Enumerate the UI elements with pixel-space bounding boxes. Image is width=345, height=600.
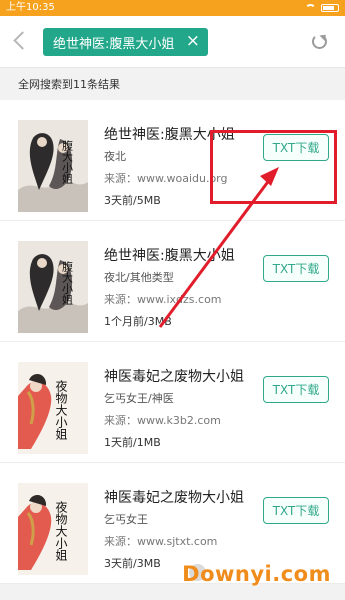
book-meta: 3天前/5MB [104, 194, 161, 207]
cover-title: 腹大小姐 [61, 139, 74, 184]
watermark: Downyi.com [182, 562, 331, 586]
book-title[interactable]: 神医毒妃之废物大小姐 [104, 366, 244, 386]
book-source: 来源：www.woaidu.org [104, 172, 228, 185]
book-cover: 腹大小姐 [18, 241, 88, 333]
book-title[interactable]: 神医毒妃之废物大小姐 [104, 487, 244, 507]
search-tag-label: 绝世神医:腹黑大小姐 [53, 36, 175, 52]
book-author: 乞丐女王/神医 [104, 392, 174, 405]
wifi-icon [305, 4, 316, 12]
clear-search-icon[interactable]: × [186, 33, 200, 50]
status-bar: 上午10:35 [0, 0, 345, 16]
book-source: 来源：www.k3b2.com [104, 414, 221, 427]
book-author: 夜北 [104, 150, 126, 163]
back-icon[interactable] [13, 31, 32, 50]
txt-download-button[interactable]: TXT下载 [263, 497, 329, 524]
book-meta: 1个月前/3MB [104, 315, 172, 328]
battery-icon [321, 4, 339, 12]
book-author: 乞丐女王 [104, 513, 148, 526]
cover-title: 夜物大小姐 [54, 500, 68, 561]
cover-title: 腹大小姐 [61, 260, 74, 305]
book-source: 来源：www.sjtxt.com [104, 535, 218, 548]
book-result-item[interactable]: 夜物大小姐 神医毒妃之废物大小姐 乞丐女王/神医 来源：www.k3b2.com… [0, 342, 345, 463]
book-cover: 夜物大小姐 [18, 362, 88, 454]
book-source: 来源：www.ixdzs.com [104, 293, 222, 306]
book-cover: 夜物大小姐 [18, 483, 88, 575]
search-header: 绝世神医:腹黑大小姐 × [0, 16, 345, 68]
txt-download-button[interactable]: TXT下载 [263, 255, 329, 282]
book-meta: 3天前/3MB [104, 557, 161, 570]
book-cover-art: 夜物大小姐 [18, 362, 88, 454]
search-tag[interactable]: 绝世神医:腹黑大小姐 × [43, 28, 208, 56]
book-title[interactable]: 绝世神医:腹黑大小姐 [104, 245, 235, 265]
book-result-item[interactable]: 腹大小姐 绝世神医:腹黑大小姐 夜北/其他类型 来源：www.ixdzs.com… [0, 221, 345, 342]
status-time: 上午10:35 [6, 2, 55, 13]
result-count: 全网搜索到11条结果 [18, 78, 120, 91]
book-meta: 1天前/1MB [104, 436, 161, 449]
download-highlight-box [210, 130, 337, 204]
book-cover: 腹大小姐 [18, 120, 88, 212]
book-author: 夜北/其他类型 [104, 271, 174, 284]
txt-download-button[interactable]: TXT下载 [263, 376, 329, 403]
status-icons [305, 0, 339, 16]
book-cover-art: 腹大小姐 [18, 120, 88, 212]
book-cover-art: 夜物大小姐 [18, 483, 88, 575]
book-cover-art: 腹大小姐 [18, 241, 88, 333]
cover-title: 夜物大小姐 [54, 379, 68, 440]
refresh-icon[interactable] [312, 34, 327, 49]
